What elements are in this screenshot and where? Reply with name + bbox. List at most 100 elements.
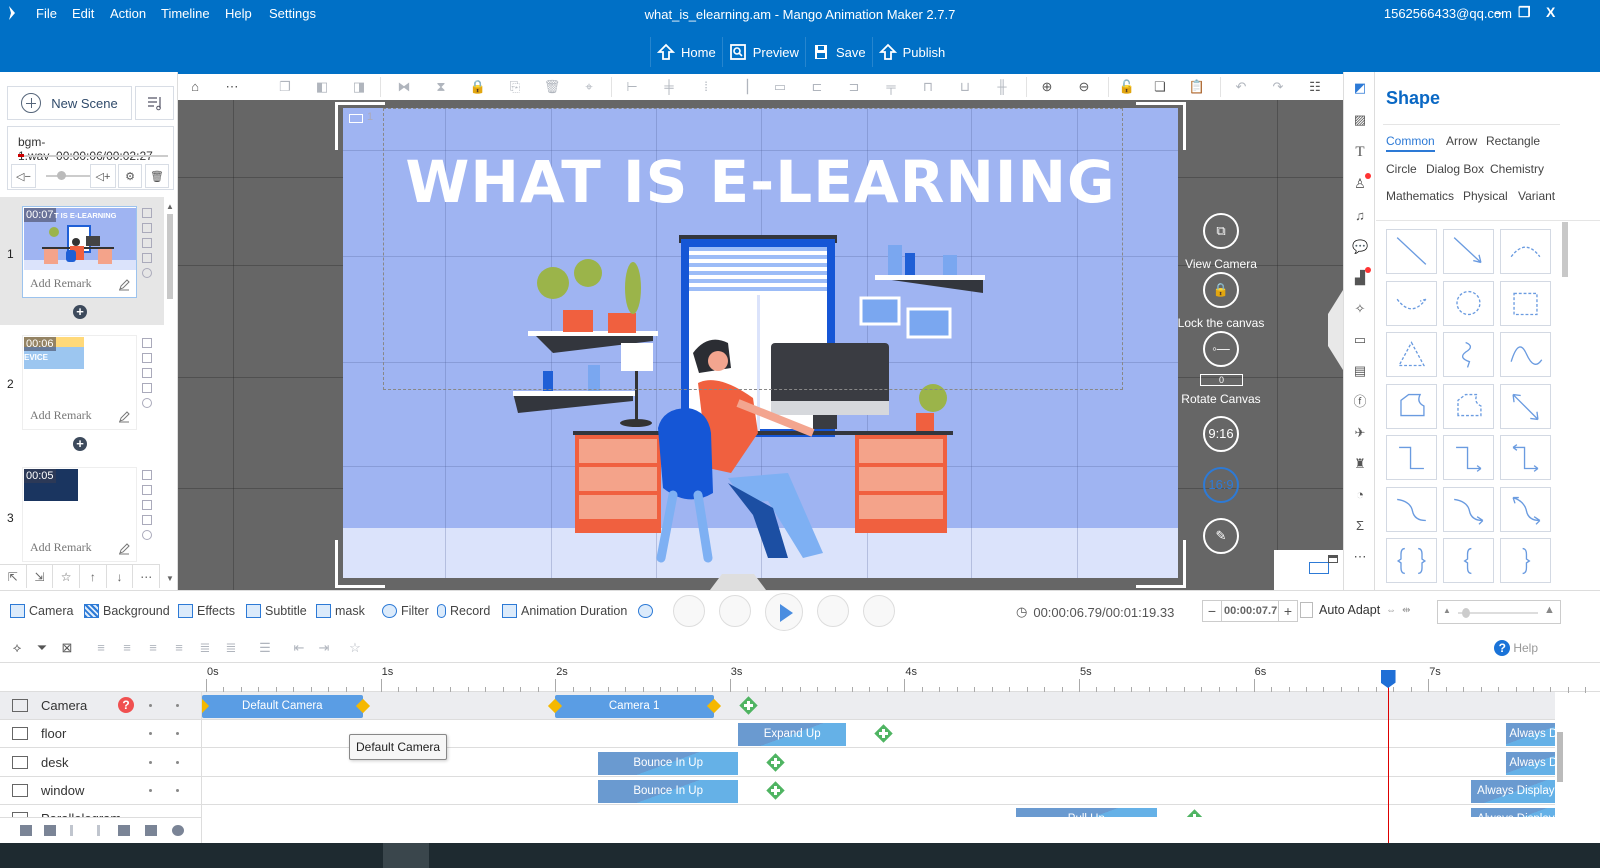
scene-thumbnail[interactable]: 00:07 T IS E-LEARNING bbox=[24, 208, 136, 270]
add-remark[interactable]: Add Remark bbox=[30, 276, 92, 291]
more-icon[interactable]: ⋯ bbox=[1352, 549, 1368, 565]
lock-canvas-button[interactable]: 🔒 bbox=[1203, 272, 1239, 308]
align-top-icon[interactable]: ⊏ bbox=[808, 78, 826, 96]
zoom-in-icon[interactable]: ⊕ bbox=[1038, 78, 1056, 96]
menu-settings[interactable]: Settings bbox=[269, 6, 316, 21]
scene-item[interactable]: 1 00:07 T IS E-LEARNING Add Remark + bbox=[0, 197, 164, 325]
insert-scene-button[interactable]: + bbox=[73, 437, 87, 451]
star-icon[interactable]: ☆ bbox=[53, 565, 81, 588]
auto-adapt-checkbox[interactable] bbox=[1300, 602, 1313, 618]
scroll-down-icon[interactable]: ▼ bbox=[166, 574, 174, 583]
layer-row[interactable]: desk bbox=[0, 749, 201, 777]
scene-canvas[interactable]: WHAT IS E-LEARNING 1 bbox=[343, 108, 1178, 578]
menu-file[interactable]: File bbox=[36, 6, 57, 21]
scene-card[interactable]: 00:05 Add Remark bbox=[22, 467, 137, 562]
merge-icon[interactable]: ☰ bbox=[256, 639, 274, 657]
publish-button[interactable]: Publish bbox=[871, 37, 952, 67]
export-scene-icon[interactable]: ⇲ bbox=[27, 565, 54, 588]
time-decrement-button[interactable]: − bbox=[1203, 603, 1221, 619]
distribute-icon[interactable]: ⁞ bbox=[697, 78, 715, 96]
delete-scene-icon[interactable] bbox=[142, 353, 152, 363]
menu-action[interactable]: Action bbox=[110, 6, 146, 21]
replace-icon[interactable]: ⎘ bbox=[506, 78, 524, 96]
animation-clip[interactable]: Bounce In Up bbox=[598, 779, 738, 803]
delete-scene-icon[interactable] bbox=[142, 485, 152, 495]
home-button[interactable]: Home bbox=[650, 37, 722, 67]
shape-line[interactable] bbox=[1386, 229, 1437, 274]
scene-item[interactable]: 3 00:05 Add Remark bbox=[0, 459, 164, 567]
shape-sine-curve[interactable] bbox=[1500, 332, 1551, 377]
animation-duration-button[interactable]: Animation Duration bbox=[502, 604, 627, 618]
more-icon[interactable]: ⋯ bbox=[223, 78, 241, 96]
lock-canvas-icon[interactable]: 🔓 bbox=[1118, 78, 1136, 96]
shape-step-line[interactable] bbox=[1386, 435, 1437, 480]
copy-scene-icon[interactable] bbox=[142, 208, 152, 218]
shape-dashed-triangle[interactable] bbox=[1386, 332, 1437, 377]
scene-list-scrollbar[interactable]: ▲ ▼ bbox=[164, 200, 176, 590]
more-icon[interactable]: ⋯ bbox=[133, 565, 161, 588]
align-edge-icon[interactable]: ▕ bbox=[734, 78, 752, 96]
layer-row[interactable]: Parallelogram bbox=[0, 805, 201, 817]
video-icon[interactable]: ▤ bbox=[1352, 363, 1368, 379]
flip-vertical-icon[interactable]: ⧗ bbox=[432, 78, 450, 96]
airplane-icon[interactable]: ✈ bbox=[1352, 425, 1368, 441]
shape-double-arrow[interactable] bbox=[1500, 383, 1551, 429]
layer-visibility-toggle[interactable] bbox=[149, 704, 152, 707]
zoom-out-icon[interactable]: ▲ bbox=[1443, 606, 1451, 615]
favorite-scene-icon[interactable] bbox=[142, 530, 152, 540]
group-icon[interactable]: ❐ bbox=[276, 78, 294, 96]
actual-size-icon[interactable]: ⇹ bbox=[1402, 605, 1410, 616]
timeline-zoom-slider[interactable]: ▲ ▲ bbox=[1437, 600, 1561, 624]
keyframe-icon[interactable]: ⟡ bbox=[8, 639, 26, 657]
shape-squiggle[interactable] bbox=[1443, 332, 1494, 377]
scene-card[interactable]: 00:06 EVICE Add Remark bbox=[22, 335, 137, 430]
image-icon[interactable]: ▨ bbox=[1352, 112, 1368, 128]
move-up-icon[interactable] bbox=[97, 825, 100, 836]
stagger-icon[interactable]: ≣ bbox=[222, 639, 240, 657]
distribute-icon[interactable]: ≣ bbox=[196, 639, 214, 657]
layer-row[interactable]: floor bbox=[0, 720, 201, 749]
insert-scene-button[interactable]: + bbox=[73, 305, 87, 319]
ruler-scale[interactable]: 0s 1s 2s 3s 4s 5s 6s 7s bbox=[202, 663, 1587, 693]
magic-wand-icon[interactable]: ✧ bbox=[1352, 301, 1368, 317]
warning-icon[interactable]: ? bbox=[118, 697, 134, 713]
shape-arrow-line[interactable] bbox=[1443, 229, 1494, 274]
help-button[interactable]: ? Help bbox=[1494, 640, 1538, 656]
tab-circle[interactable]: Circle bbox=[1386, 162, 1417, 176]
shape-braces[interactable] bbox=[1386, 538, 1437, 583]
location-lock-icon[interactable]: ⌖ bbox=[580, 78, 598, 96]
more-tools-button[interactable] bbox=[638, 604, 653, 618]
save-button[interactable]: Save bbox=[804, 37, 872, 67]
trash-icon[interactable]: 🗑 bbox=[543, 78, 561, 96]
favorite-scene-icon[interactable] bbox=[142, 398, 152, 408]
shape-right-brace[interactable] bbox=[1500, 538, 1551, 583]
animation-clip[interactable]: Expand Up bbox=[738, 723, 847, 747]
preview-button[interactable]: Preview bbox=[721, 37, 805, 67]
rotate-canvas-dial[interactable]: ◦— bbox=[1203, 331, 1239, 367]
flip-horizontal-icon[interactable]: ⧓ bbox=[395, 78, 413, 96]
time-increment-button[interactable]: + bbox=[1279, 603, 1297, 619]
layer-visibility-toggle[interactable] bbox=[149, 760, 152, 764]
align-bottom-icon[interactable]: ⊔ bbox=[956, 78, 974, 96]
zoom-in-icon[interactable]: ▲ bbox=[1544, 604, 1555, 616]
shape-left-brace[interactable] bbox=[1443, 538, 1494, 583]
scrollbar-thumb[interactable] bbox=[167, 214, 173, 299]
scene-card[interactable]: 00:07 T IS E-LEARNING Add Remark bbox=[22, 206, 137, 298]
user-account[interactable]: 1562566433@qq.com bbox=[1384, 6, 1512, 21]
scene-thumbnail[interactable]: 00:06 EVICE bbox=[24, 337, 84, 369]
layer-visibility-toggle[interactable] bbox=[149, 732, 152, 736]
current-time-input[interactable] bbox=[1221, 601, 1279, 621]
zoom-knob[interactable] bbox=[1462, 608, 1470, 618]
align-left-icon[interactable]: ≡ bbox=[92, 639, 110, 657]
shape-dashed-circle[interactable] bbox=[1443, 280, 1494, 326]
effects-tool-button[interactable]: Effects bbox=[178, 604, 235, 618]
menu-timeline[interactable]: Timeline bbox=[161, 6, 210, 21]
animation-clip[interactable]: Pull Up bbox=[1015, 808, 1158, 817]
taskbar-active-app[interactable] bbox=[383, 843, 429, 868]
shape-s-curve-double-arrow[interactable] bbox=[1500, 486, 1551, 532]
move-right-icon[interactable]: ⇥ bbox=[315, 639, 333, 657]
replace-scene-icon[interactable] bbox=[142, 253, 152, 263]
shape-step-double-arrow[interactable] bbox=[1500, 435, 1551, 480]
align-right-icon[interactable]: ⊐ bbox=[845, 78, 863, 96]
scroll-up-icon[interactable]: ▲ bbox=[166, 202, 174, 211]
